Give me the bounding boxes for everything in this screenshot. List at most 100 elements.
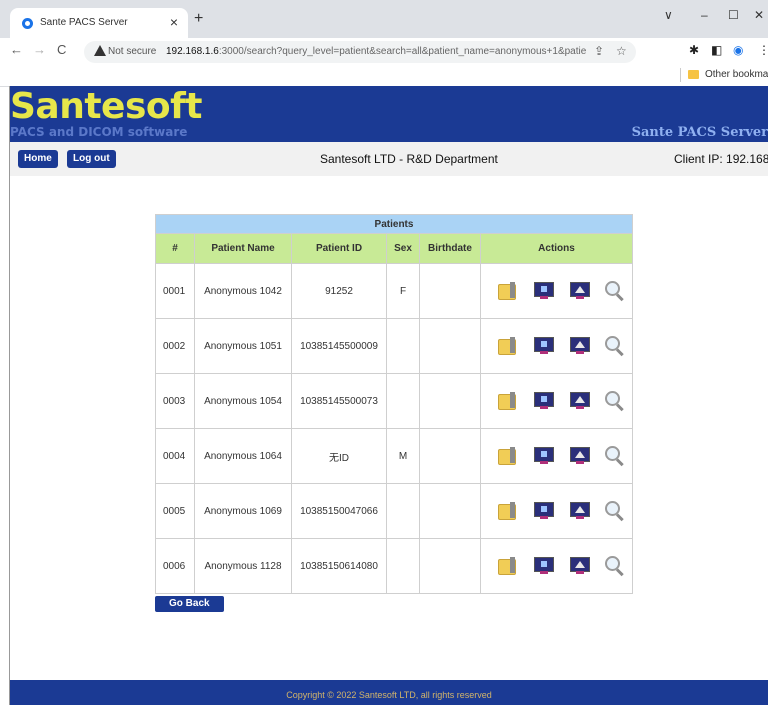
back-button[interactable]: ← (10, 42, 23, 57)
site-header: Santesoft PACS and DICOM software Sante … (10, 86, 768, 142)
forward-button[interactable]: → (33, 42, 46, 57)
table-row[interactable]: 0004 Anonymous 1064 无ID M (155, 428, 633, 484)
actions-cell (480, 538, 633, 594)
actions-group (482, 320, 631, 372)
bookmarks-divider (680, 68, 681, 82)
new-tab-button[interactable]: + (194, 11, 203, 27)
patient-birthdate (419, 318, 481, 374)
column-header: # (155, 233, 195, 264)
row-number: 0005 (155, 483, 195, 539)
url-text[interactable]: 192.168.1.6:3000/search?query_level=pati… (166, 46, 586, 57)
magnifier-icon[interactable] (605, 336, 624, 357)
magnifier-icon[interactable] (605, 391, 624, 412)
client-ip: Client IP: 192.168.1. (674, 152, 768, 166)
patient-sex: M (386, 428, 420, 484)
close-window-button[interactable]: ✕ (754, 8, 764, 22)
url-path: :3000/search?query_level=patient&search=… (218, 46, 586, 57)
monitor-download-icon[interactable] (534, 501, 554, 519)
row-number: 0001 (155, 263, 195, 319)
logout-button[interactable]: Log out (67, 150, 116, 168)
logo-main-text: Santes (10, 86, 146, 127)
folder-icon[interactable] (498, 556, 516, 575)
magnifier-icon[interactable] (605, 446, 624, 467)
warning-icon (94, 45, 106, 56)
tab-close-icon[interactable]: × (170, 14, 178, 30)
department-title: Santesoft LTD - R&D Department (320, 152, 498, 166)
folder-icon (688, 70, 699, 79)
table-row[interactable]: 0002 Anonymous 1051 10385145500009 (155, 318, 633, 374)
patient-sex (386, 538, 420, 594)
browser-tab[interactable]: Sante PACS Server × (10, 8, 188, 38)
row-number: 0004 (155, 428, 195, 484)
logo-end-text: ft (170, 86, 203, 127)
patient-id: 91252 (291, 263, 387, 319)
magnifier-icon[interactable] (605, 501, 624, 522)
folder-icon[interactable] (498, 446, 516, 465)
monitor-view-icon[interactable] (570, 281, 590, 299)
tab-search-icon[interactable]: ∨ (664, 8, 673, 22)
row-number: 0006 (155, 538, 195, 594)
share-icon[interactable]: ⇪ (594, 44, 604, 58)
table-caption: Patients (155, 214, 633, 234)
magnifier-icon[interactable] (605, 281, 624, 302)
tab-title: Sante PACS Server (40, 17, 128, 28)
monitor-view-icon[interactable] (570, 336, 590, 354)
patient-id: 10385145500009 (291, 318, 387, 374)
more-menu-icon[interactable]: ⋮ (758, 43, 768, 57)
table-row[interactable]: 0005 Anonymous 1069 10385150047066 (155, 483, 633, 539)
magnifier-icon[interactable] (605, 556, 624, 577)
folder-icon[interactable] (498, 336, 516, 355)
home-button[interactable]: Home (18, 150, 58, 168)
column-header: Patient Name (194, 233, 292, 264)
product-name: Sante PACS Server (631, 125, 768, 140)
address-bar[interactable]: Not secure 192.168.1.6:3000/search?query… (84, 41, 636, 63)
go-back-button[interactable]: Go Back (155, 596, 224, 612)
actions-group (482, 265, 631, 317)
column-header: Sex (386, 233, 420, 264)
monitor-download-icon[interactable] (534, 336, 554, 354)
monitor-download-icon[interactable] (534, 281, 554, 299)
patient-birthdate (419, 483, 481, 539)
site-footer: Copyright © 2022 Santesoft LTD, all righ… (10, 680, 768, 705)
actions-group (482, 485, 631, 537)
patient-sex (386, 318, 420, 374)
extensions-icon[interactable]: ✱ (689, 43, 699, 57)
monitor-view-icon[interactable] (570, 556, 590, 574)
top-navbar: Home Log out Santesoft LTD - R&D Departm… (10, 142, 768, 176)
other-bookmarks[interactable]: Other bookmarks (705, 69, 768, 80)
actions-cell (480, 483, 633, 539)
folder-icon[interactable] (498, 501, 516, 520)
folder-icon[interactable] (498, 281, 516, 300)
table-row[interactable]: 0001 Anonymous 1042 91252 F (155, 263, 633, 319)
patient-id: 10385145500073 (291, 373, 387, 429)
patient-sex: F (386, 263, 420, 319)
monitor-download-icon[interactable] (534, 446, 554, 464)
logo-subtitle: PACS and DICOM software (10, 125, 188, 139)
sidepanel-icon[interactable]: ◧ (711, 43, 722, 57)
patient-id: 10385150614080 (291, 538, 387, 594)
reload-button[interactable]: C (57, 42, 66, 57)
url-host: 192.168.1.6 (166, 46, 219, 57)
maximize-button[interactable]: ☐ (728, 8, 739, 22)
table-row[interactable]: 0003 Anonymous 1054 10385145500073 (155, 373, 633, 429)
monitor-download-icon[interactable] (534, 556, 554, 574)
minimize-button[interactable]: – (701, 8, 708, 22)
profile-eye-icon[interactable]: ◉ (733, 43, 743, 57)
monitor-download-icon[interactable] (534, 391, 554, 409)
table-row[interactable]: 0006 Anonymous 1128 10385150614080 (155, 538, 633, 594)
security-label[interactable]: Not secure (108, 46, 156, 57)
patient-birthdate (419, 428, 481, 484)
folder-icon[interactable] (498, 391, 516, 410)
monitor-view-icon[interactable] (570, 391, 590, 409)
patient-birthdate (419, 263, 481, 319)
patient-sex (386, 483, 420, 539)
patient-birthdate (419, 538, 481, 594)
bookmark-star-icon[interactable]: ☆ (616, 44, 627, 58)
patient-id: 无ID (291, 428, 387, 484)
actions-cell (480, 373, 633, 429)
monitor-view-icon[interactable] (570, 446, 590, 464)
actions-cell (480, 263, 633, 319)
monitor-view-icon[interactable] (570, 501, 590, 519)
column-header: Patient ID (291, 233, 387, 264)
actions-group (482, 430, 631, 482)
